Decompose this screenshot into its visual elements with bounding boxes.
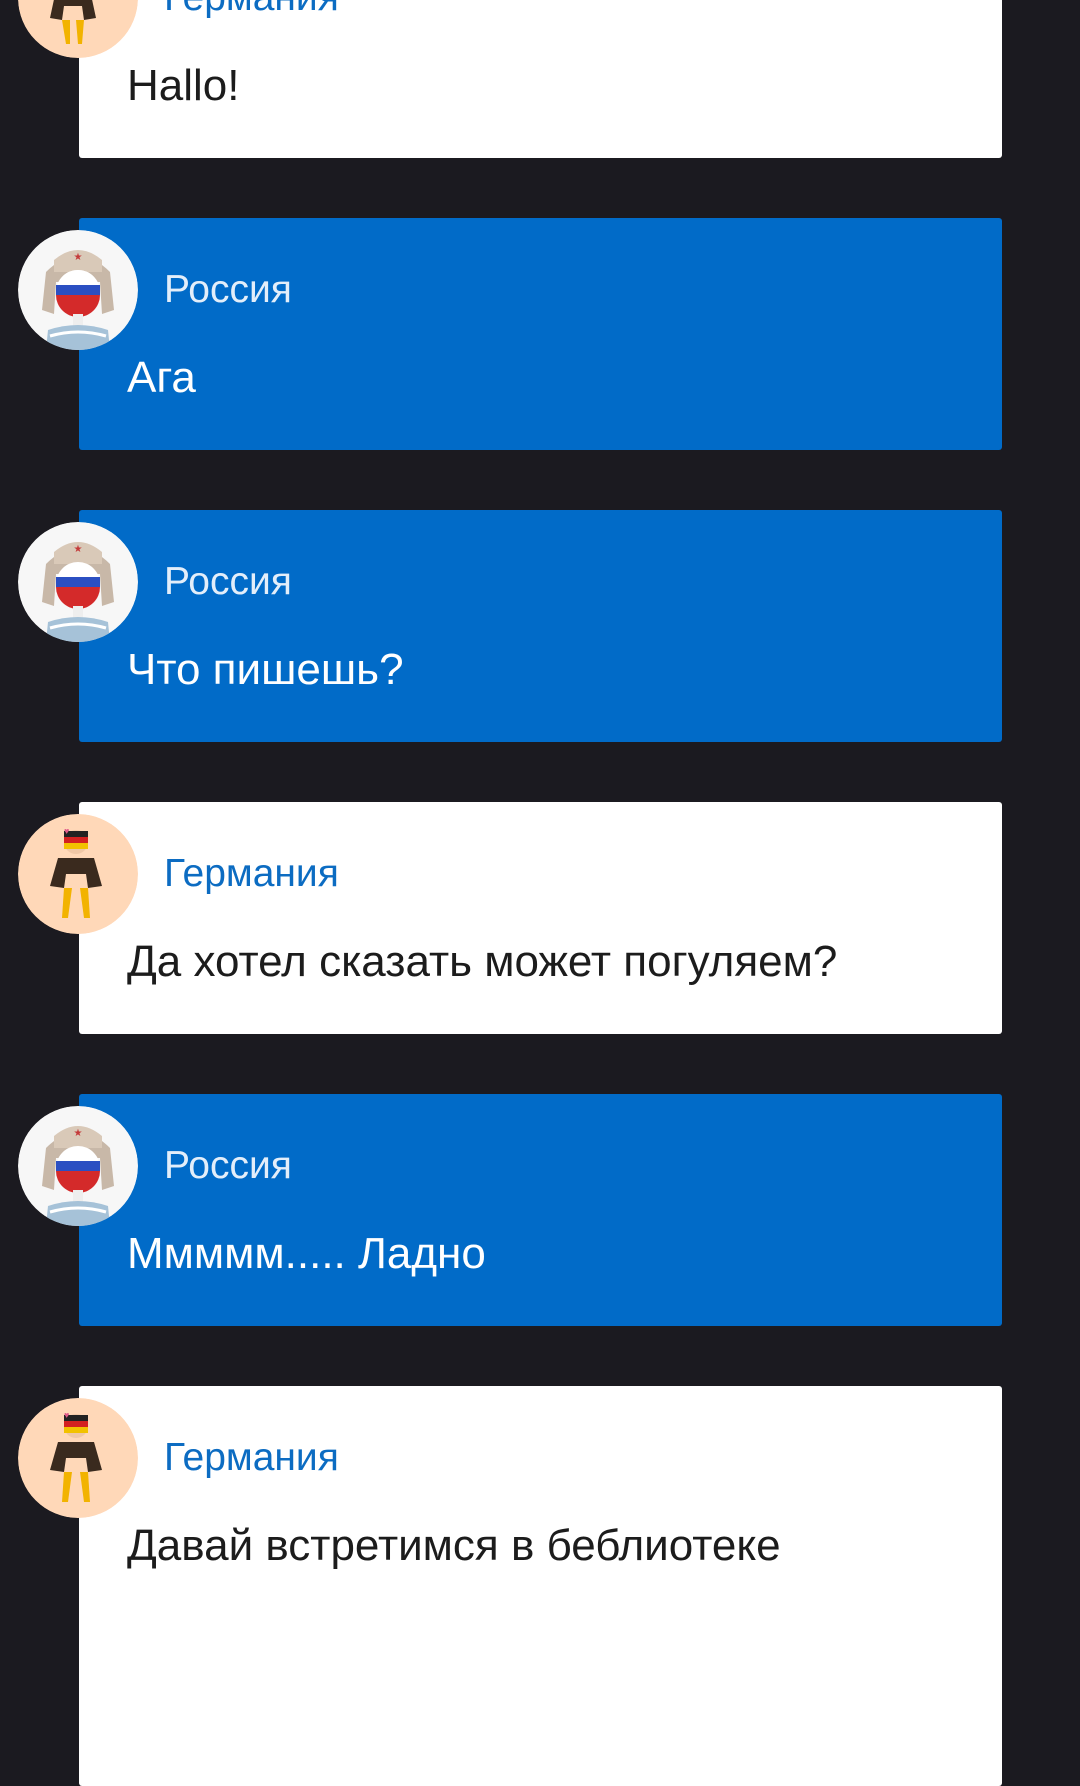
chat-message[interactable]: ★ Россия Что пишешь? (0, 510, 1080, 742)
sender-name[interactable]: Германия (164, 0, 339, 22)
svg-text:★: ★ (74, 1128, 83, 1139)
germany-avatar[interactable]: ♥ (18, 1398, 138, 1518)
sender-name[interactable]: Германия (164, 1434, 339, 1482)
chat-message[interactable]: ♥ Германия Да хотел сказать может погуля… (0, 802, 1080, 1034)
chat-message[interactable]: ★ Россия Ага (0, 218, 1080, 450)
sender-name[interactable]: Россия (164, 266, 292, 314)
svg-text:♥: ♥ (64, 1410, 69, 1420)
germany-avatar[interactable]: ♥ (18, 814, 138, 934)
sender-name[interactable]: Россия (164, 558, 292, 606)
message-bubble (79, 802, 1002, 1034)
chat-message[interactable]: ♥ Германия Давай встретимся в беблиотеке (0, 1386, 1080, 1786)
chat-feed[interactable]: Германия Hallo! ★ Россия Ага (0, 0, 1080, 1786)
message-bubble (79, 218, 1002, 450)
russia-avatar[interactable]: ★ (18, 230, 138, 350)
message-bubble (79, 1094, 1002, 1326)
chat-message[interactable]: Германия Hallo! (0, 0, 1080, 158)
chat-message[interactable]: ★ Россия Ммммм..... Ладно (0, 1094, 1080, 1326)
sender-name[interactable]: Россия (164, 1142, 292, 1190)
svg-text:★: ★ (74, 252, 83, 263)
message-text: Ага (127, 353, 196, 402)
message-text: Hallo! (127, 61, 240, 110)
message-text: Ммммм..... Ладно (127, 1229, 486, 1278)
russia-avatar[interactable]: ★ (18, 522, 138, 642)
svg-text:★: ★ (74, 544, 83, 555)
message-text: Что пишешь? (127, 645, 404, 694)
message-bubble (79, 510, 1002, 742)
message-text: Давай встретимся в беблиотеке (127, 1521, 781, 1570)
message-text: Да хотел сказать может погуляем? (127, 937, 838, 986)
svg-text:♥: ♥ (64, 826, 69, 836)
russia-avatar[interactable]: ★ (18, 1106, 138, 1226)
sender-name[interactable]: Германия (164, 850, 339, 898)
